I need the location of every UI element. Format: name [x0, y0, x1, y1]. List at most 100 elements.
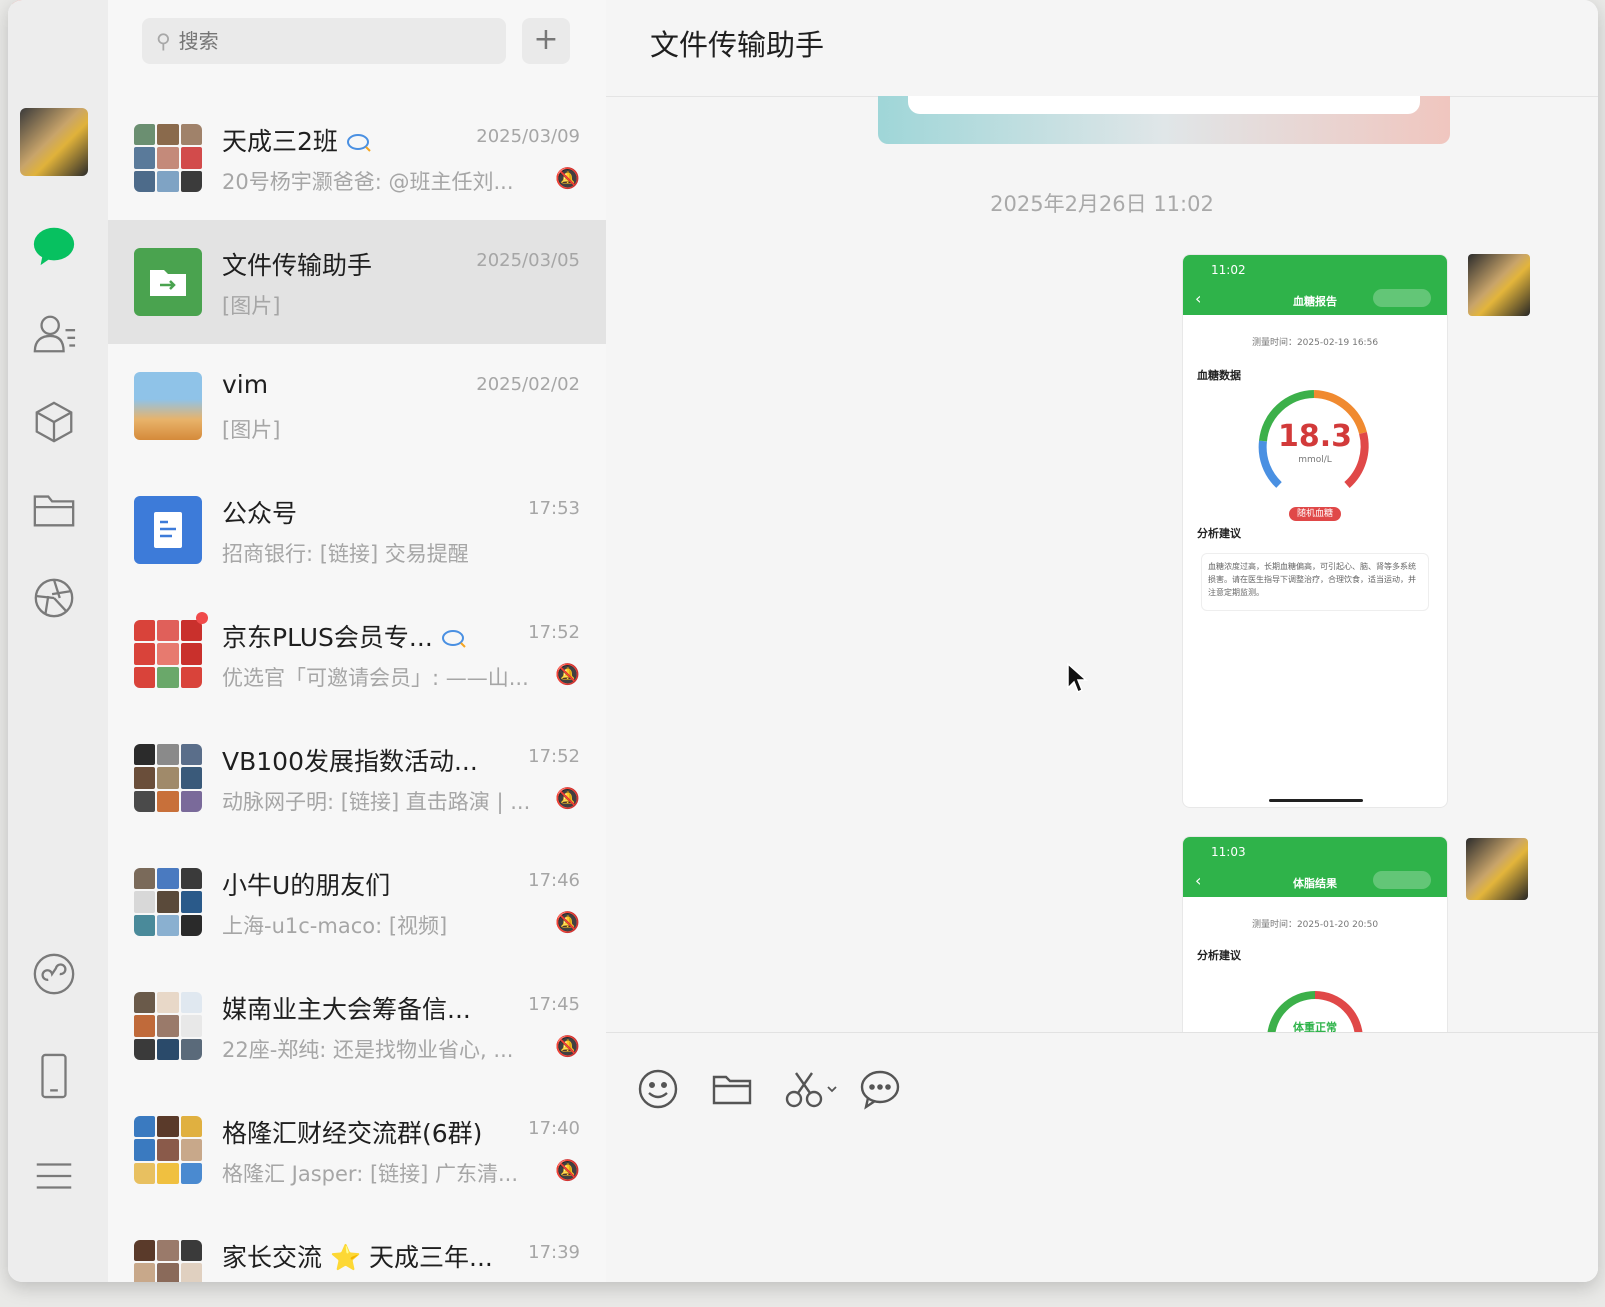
mute-bell-icon: 🔕 — [555, 1034, 580, 1058]
conversation-list: ⚲ + 天成三2班 2025/03/09 20号杨宇灏爸爸: @班主任刘... … — [108, 0, 607, 1282]
group-avatar — [134, 620, 202, 688]
conversation-item[interactable]: 天成三2班 2025/03/09 20号杨宇灏爸爸: @班主任刘... 🔕 — [108, 96, 606, 220]
group-avatar — [134, 124, 202, 192]
conversation-preview: 动脉网子明: [链接] 直击路演 | ... — [222, 790, 531, 814]
search-box[interactable]: ⚲ — [142, 18, 506, 64]
conversation-item[interactable]: VB100发展指数活动... 17:52 动脉网子明: [链接] 直击路演 | … — [108, 716, 606, 840]
conversation-item[interactable]: 小牛U的朋友们 17:46 上海-u1c-maco: [视频] 🔕 — [108, 840, 606, 964]
file-transfer-icon — [150, 270, 186, 296]
chat-panel: 文件传输助手 2025年2月26日 11:02 11:02 ‹ 血糖报告 测量时… — [606, 0, 1598, 1282]
conversation-item[interactable]: 家长交流 ⭐ 天成三年... 17:39 — [108, 1212, 606, 1282]
contacts-icon[interactable] — [30, 310, 78, 358]
conversation-item[interactable]: 格隆汇财经交流群(6群) 17:40 格隆汇 Jasper: [链接] 广东清.… — [108, 1088, 606, 1212]
add-button[interactable]: + — [522, 18, 570, 64]
conversation-item[interactable]: 文件传输助手 2025/03/05 [图片] — [108, 220, 606, 344]
measure-time: 测量时间：2025-02-19 16:56 — [1251, 338, 1379, 348]
user-avatar[interactable] — [20, 108, 88, 176]
chat-header: 文件传输助手 — [606, 0, 1598, 97]
conversation-time: 17:40 — [528, 1118, 580, 1139]
conversation-time: 2025/03/05 — [476, 250, 580, 271]
search-icon: ⚲ — [156, 29, 171, 53]
conversation-time: 17:39 — [528, 1242, 580, 1263]
previous-image-message[interactable] — [878, 96, 1450, 144]
conversation-name: VB100发展指数活动... — [222, 747, 478, 776]
group-avatar — [134, 1240, 202, 1282]
image-message[interactable]: 11:02 ‹ 血糖报告 测量时间：2025-02-19 16:56 血糖数据 … — [1182, 254, 1448, 808]
emoji-icon[interactable] — [636, 1067, 680, 1111]
chat-bubble-icon — [346, 134, 371, 152]
advice-text: 血糖浓度过高，长期血糖偏高，可引起心、脑、肾等多系统损害。请在医生指导下调整治疗… — [1201, 553, 1429, 611]
conversation-item[interactable]: vim 2025/02/02 [图片] — [108, 344, 606, 468]
conversation-preview: 上海-u1c-maco: [视频] — [222, 914, 448, 938]
document-icon — [154, 512, 182, 548]
section-label: 血糖数据 — [1197, 369, 1241, 382]
conversation-name: 京东PLUS会员专... — [222, 618, 467, 654]
official-accounts-avatar — [134, 496, 202, 564]
files-folder-icon[interactable] — [30, 486, 78, 534]
conversation-item[interactable]: 媒南业主大会筹备信... 17:45 22座-郑纯: 还是找物业省心, ... … — [108, 964, 606, 1088]
group-avatar — [134, 868, 202, 936]
folder-icon[interactable] — [710, 1067, 754, 1111]
conversation-name: 小牛U的朋友们 — [222, 871, 391, 900]
capsule-menu-icon — [1373, 871, 1431, 889]
conversation-item[interactable]: 京东PLUS会员专... 17:52 优选官「可邀请会员」: ——山... 🔕 — [108, 592, 606, 716]
search-input[interactable] — [176, 28, 481, 54]
group-avatar — [134, 744, 202, 812]
conversation-time: 17:45 — [528, 994, 580, 1015]
file-transfer-avatar — [134, 248, 202, 316]
message-input-area[interactable] — [606, 1032, 1598, 1282]
glucose-value: 18.3 — [1277, 419, 1353, 454]
conversation-preview: 格隆汇 Jasper: [链接] 广东清... — [222, 1162, 519, 1186]
menu-icon[interactable] — [30, 1152, 78, 1200]
section-label: 分析建议 — [1197, 527, 1241, 540]
mute-bell-icon: 🔕 — [555, 166, 580, 190]
sender-avatar[interactable] — [1468, 254, 1530, 316]
glucose-unit: mmol/L — [1298, 455, 1332, 465]
conversation-name: 家长交流 ⭐ 天成三年... — [222, 1243, 492, 1272]
status-time: 11:03 — [1211, 845, 1246, 859]
favorites-box-icon[interactable] — [30, 398, 78, 446]
mute-bell-icon: 🔕 — [555, 1158, 580, 1182]
capsule-menu-icon — [1373, 289, 1431, 307]
mute-bell-icon: 🔕 — [555, 662, 580, 686]
chat-bubble-icon — [441, 630, 466, 648]
message-timestamp: 2025年2月26日 11:02 — [990, 192, 1214, 216]
chat-icon[interactable] — [30, 222, 78, 270]
conversation-name: 格隆汇财经交流群(6群) — [222, 1119, 483, 1148]
measure-time: 测量时间：2025-01-20 20:50 — [1251, 920, 1379, 930]
left-nav — [8, 0, 108, 1282]
conversation-name: 文件传输助手 — [222, 251, 373, 280]
conversation-name: 公众号 — [222, 499, 298, 528]
unread-dot — [196, 612, 208, 624]
sender-avatar[interactable] — [1466, 838, 1528, 900]
home-indicator — [1269, 799, 1363, 802]
conversation-time: 2025/02/02 — [476, 374, 580, 395]
mini-program-icon[interactable] — [30, 950, 78, 998]
conversation-preview: [图片] — [222, 294, 281, 318]
conversation-preview: 招商银行: [链接] 交易提醒 — [222, 542, 469, 566]
chat-title: 文件传输助手 — [650, 28, 825, 62]
conversation-time: 17:53 — [528, 498, 580, 519]
conversation-preview: [图片] — [222, 418, 281, 442]
glucose-badge: 随机血糖 — [1289, 507, 1341, 521]
chat-history-icon[interactable] — [858, 1067, 902, 1111]
group-avatar — [134, 992, 202, 1060]
group-avatar — [134, 1116, 202, 1184]
conversation-item[interactable]: 公众号 17:53 招商银行: [链接] 交易提醒 — [108, 468, 606, 592]
mute-bell-icon: 🔕 — [555, 910, 580, 934]
phone-icon[interactable] — [30, 1052, 78, 1100]
scissors-icon[interactable] — [784, 1067, 844, 1111]
status-time: 11:02 — [1211, 263, 1246, 277]
wechat-window: ⚲ + 天成三2班 2025/03/09 20号杨宇灏爸爸: @班主任刘... … — [8, 0, 1598, 1282]
conversation-preview: 20号杨宇灏爸爸: @班主任刘... — [222, 170, 514, 194]
section-label: 分析建议 — [1197, 949, 1241, 962]
mouse-cursor-icon — [1067, 662, 1088, 694]
conversation-time: 17:46 — [528, 870, 580, 891]
mute-bell-icon: 🔕 — [555, 786, 580, 810]
conversation-preview: 22座-郑纯: 还是找物业省心, ... — [222, 1038, 514, 1062]
conversation-name: 天成三2班 — [222, 122, 372, 158]
conversation-name: 媒南业主大会筹备信... — [222, 995, 471, 1024]
conversation-time: 17:52 — [528, 622, 580, 643]
conversation-name: vim — [222, 370, 269, 399]
moments-aperture-icon[interactable] — [30, 574, 78, 622]
